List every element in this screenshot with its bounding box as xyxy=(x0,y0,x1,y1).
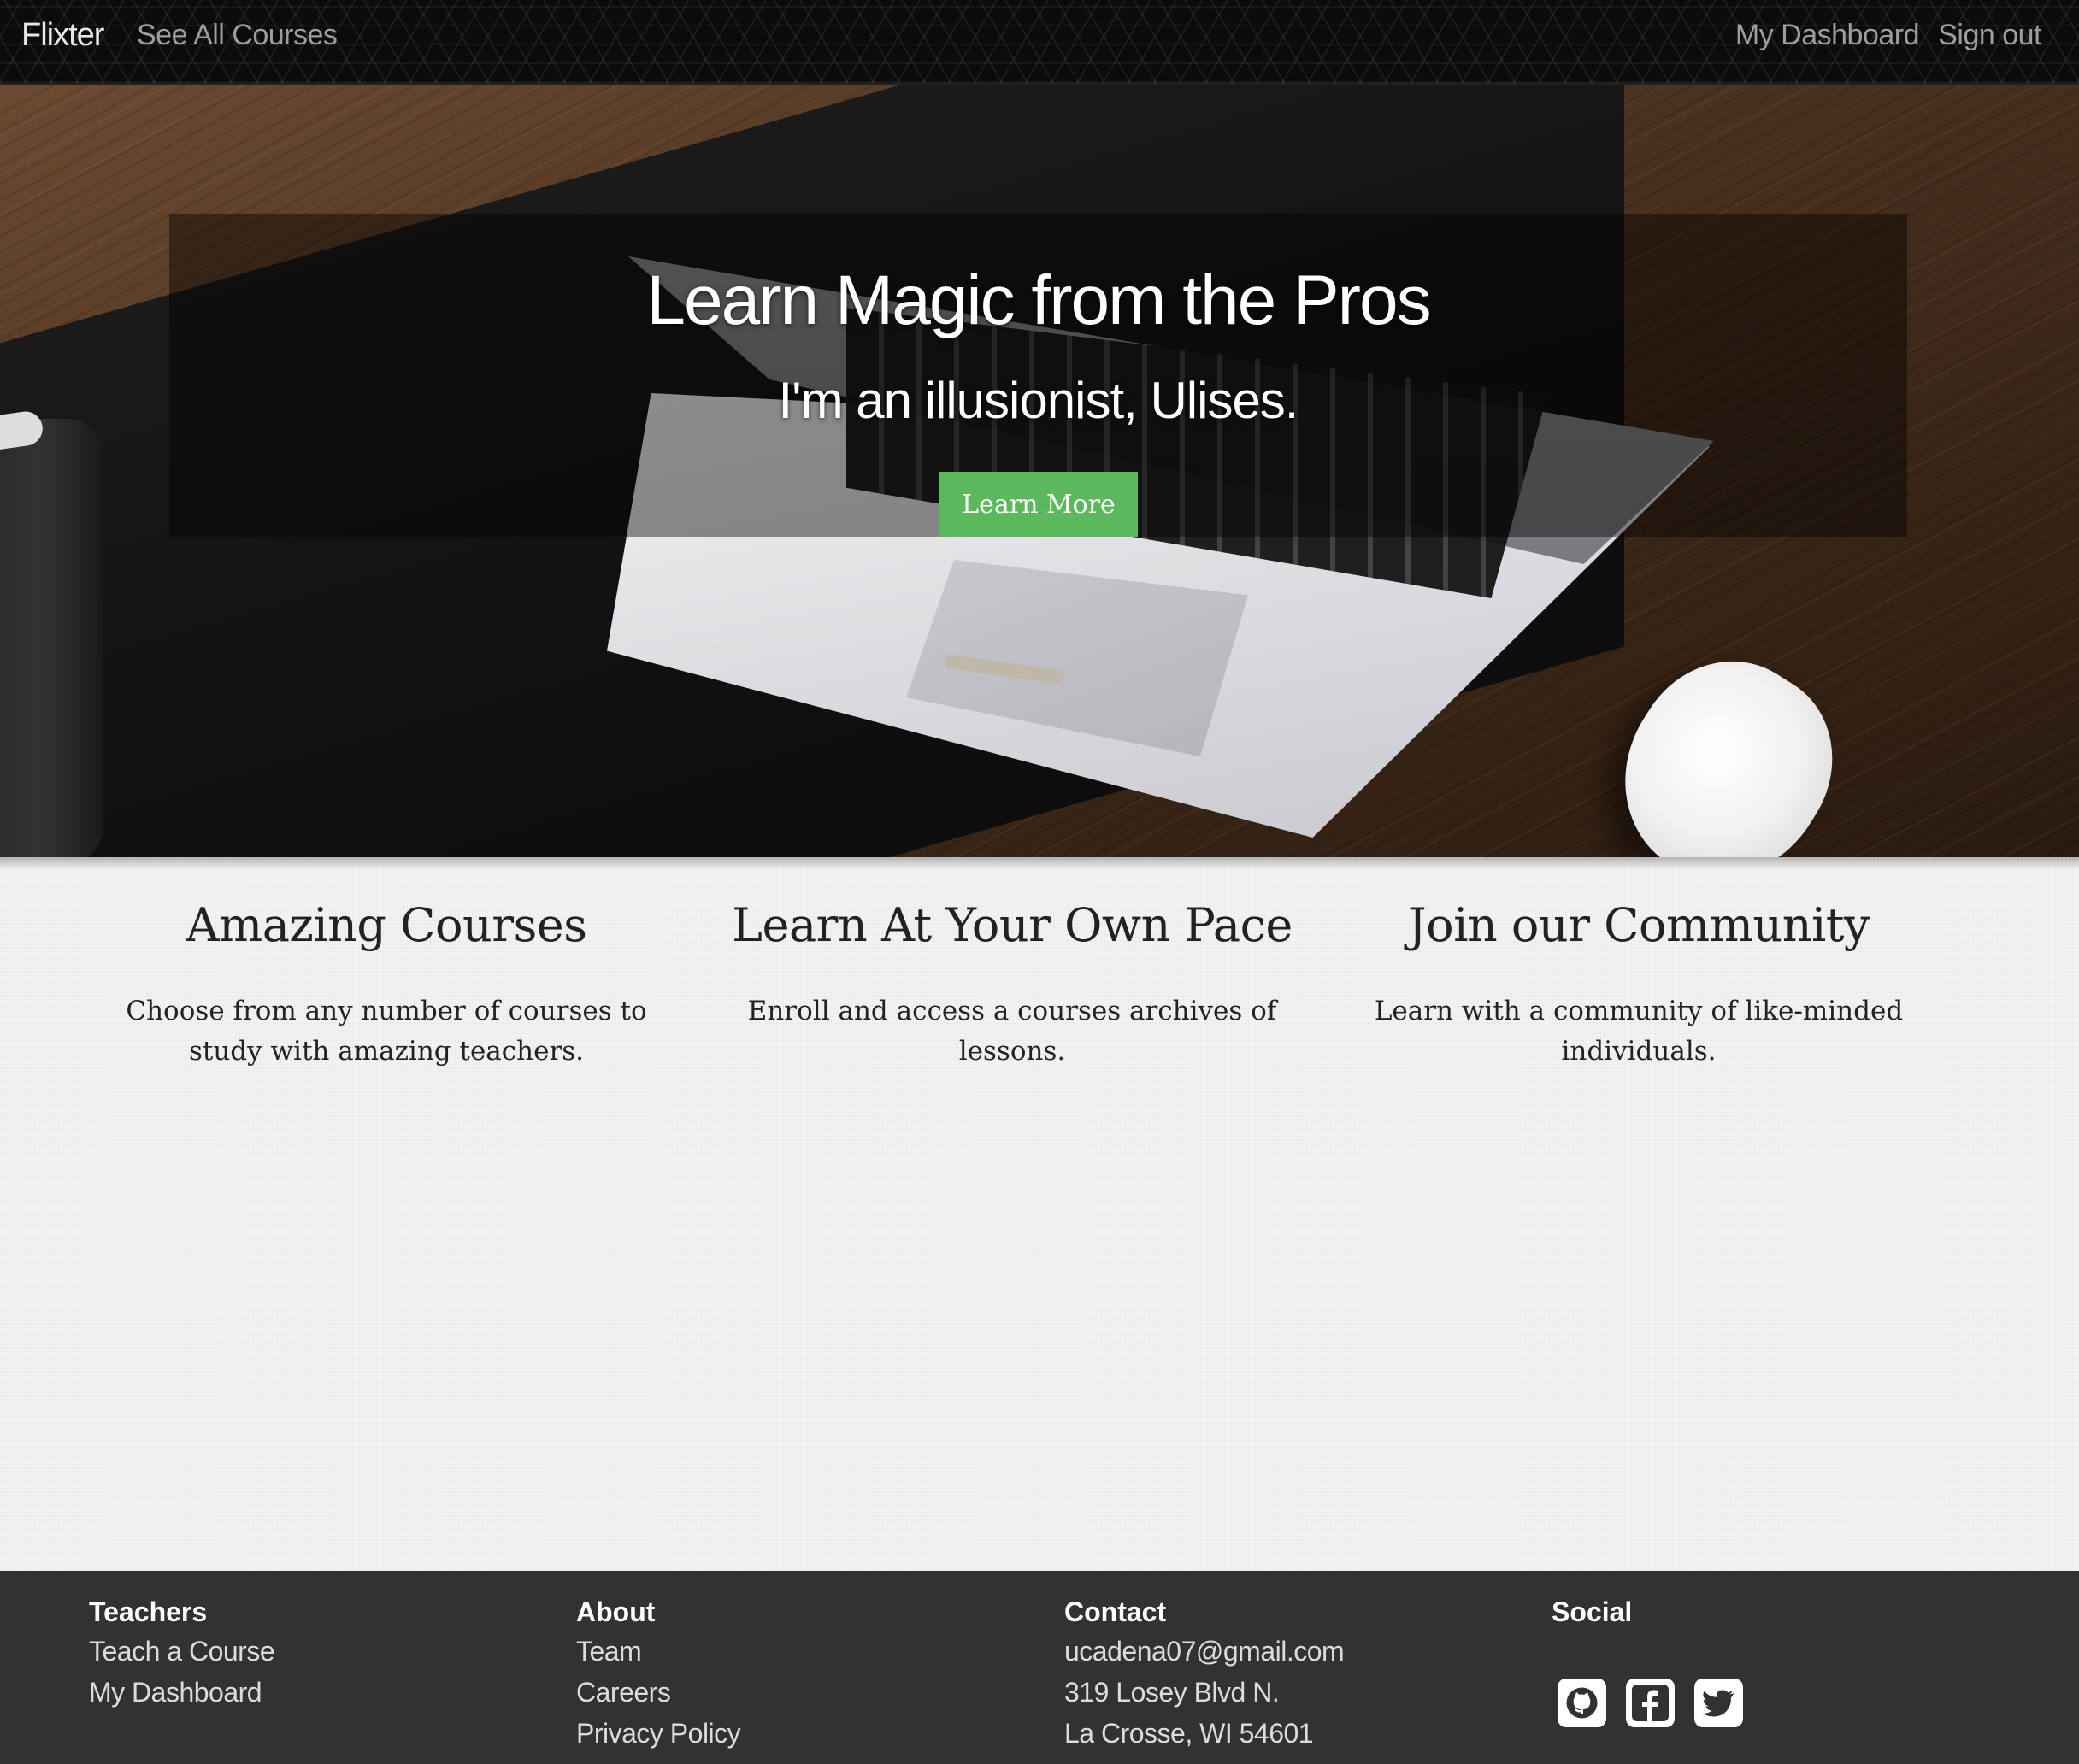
team-link[interactable]: Team xyxy=(576,1631,740,1672)
my-dashboard-link[interactable]: My Dashboard xyxy=(1735,19,1920,52)
contact-email-link[interactable]: ucadena07@gmail.com xyxy=(1064,1631,1345,1672)
feature-title: Amazing Courses xyxy=(186,898,587,952)
footer-contact-heading: Contact xyxy=(1064,1596,1167,1627)
footer: Teachers Teach a Course My Dashboard Abo… xyxy=(0,1571,2079,1764)
feature-description: Enroll and access a courses archives of … xyxy=(747,996,1277,1067)
github-icon[interactable] xyxy=(1558,1679,1606,1727)
teach-a-course-link[interactable]: Teach a Course xyxy=(89,1631,275,1672)
careers-link[interactable]: Careers xyxy=(576,1672,740,1713)
hero-overlay-panel: Learn Magic from the Pros I'm an illusio… xyxy=(169,214,1907,537)
footer-about-heading: About xyxy=(576,1596,656,1627)
twitter-icon[interactable] xyxy=(1694,1679,1743,1727)
sign-out-link[interactable]: Sign out xyxy=(1938,19,2041,52)
footer-contact-column: Contact ucadena07@gmail.com 319 Losey Bl… xyxy=(1064,1593,1345,1754)
facebook-icon[interactable] xyxy=(1626,1679,1675,1727)
hero-bottom-shadow xyxy=(0,857,2079,869)
feature-amazing-courses: Amazing Courses Choose from any number o… xyxy=(87,896,686,1072)
hero-chair-image xyxy=(0,419,103,857)
learn-more-button[interactable]: Learn More xyxy=(939,472,1138,537)
hero-subtitle: I'm an illusionist, Ulises. xyxy=(778,372,1299,429)
features-section: Amazing Courses Choose from any number o… xyxy=(0,857,2079,1571)
footer-my-dashboard-link[interactable]: My Dashboard xyxy=(89,1672,274,1713)
feature-title: Learn At Your Own Pace xyxy=(732,898,1293,952)
feature-description: Learn with a community of like-minded in… xyxy=(1374,996,1904,1067)
footer-about-column: About Team Careers Privacy Policy xyxy=(576,1593,741,1754)
feature-description: Choose from any number of courses to stu… xyxy=(126,996,647,1067)
footer-social-heading: Social xyxy=(1552,1596,1633,1627)
contact-address-line2: La Crosse, WI 54601 xyxy=(1064,1718,1314,1749)
feature-own-pace: Learn At Your Own Pace Enroll and access… xyxy=(713,896,1311,1072)
footer-social-column: Social xyxy=(1552,1593,1632,1631)
feature-title: Join our Community xyxy=(1408,898,1870,952)
footer-teachers-column: Teachers Teach a Course My Dashboard xyxy=(89,1593,275,1713)
hero-title: Learn Magic from the Pros xyxy=(646,262,1431,339)
brand-logo-link[interactable]: Flixter xyxy=(21,17,104,54)
privacy-policy-link[interactable]: Privacy Policy xyxy=(576,1713,741,1754)
hero-banner: Learn Magic from the Pros I'm an illusio… xyxy=(0,85,2079,857)
contact-address-line1: 319 Losey Blvd N. xyxy=(1064,1677,1280,1708)
see-all-courses-link[interactable]: See All Courses xyxy=(137,19,338,52)
footer-teachers-heading: Teachers xyxy=(89,1596,208,1627)
top-navbar: Flixter See All Courses My Dashboard Sig… xyxy=(0,0,2079,85)
feature-community: Join our Community Learn with a communit… xyxy=(1340,896,1938,1072)
